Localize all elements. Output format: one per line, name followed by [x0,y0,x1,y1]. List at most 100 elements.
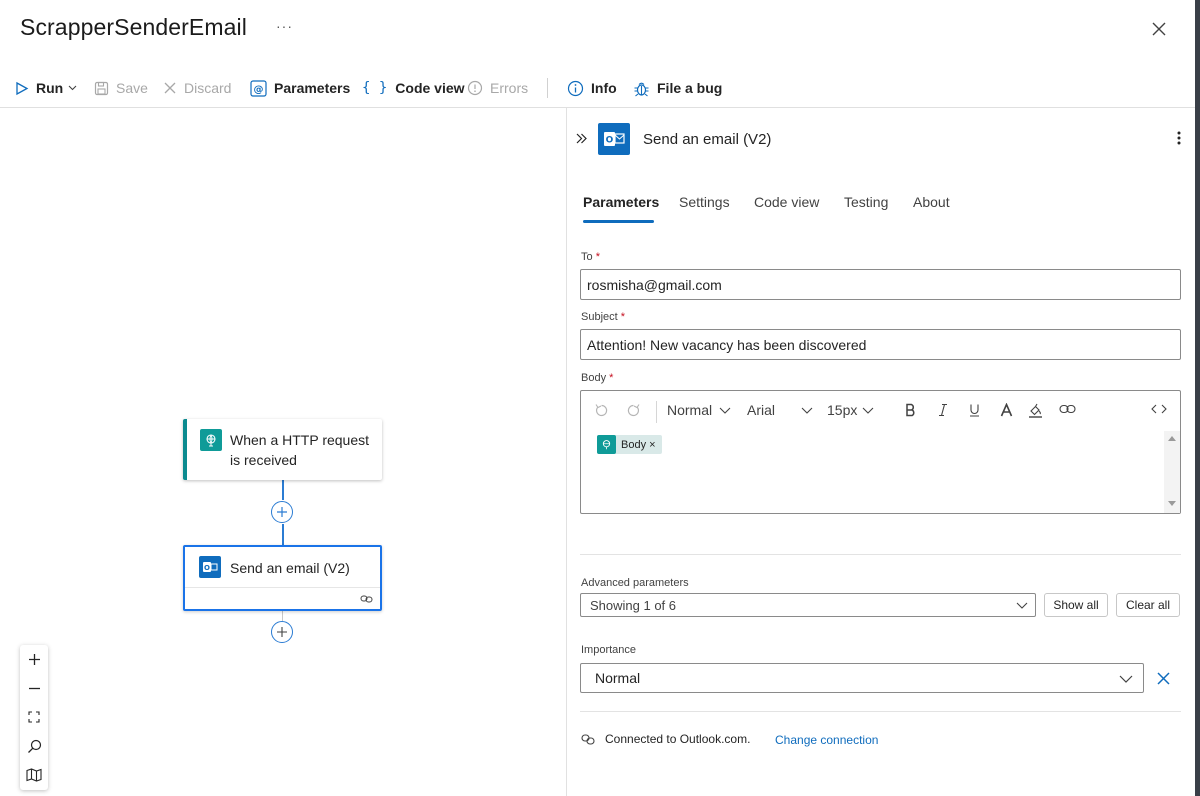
underline-button[interactable] [968,403,981,417]
font-size-select[interactable]: 15px [827,402,874,418]
more-options-button[interactable]: ··· [276,18,293,34]
minimap-button[interactable] [20,761,48,789]
chevron-down-icon [1016,602,1028,609]
page-title: ScrapperSenderEmail [20,14,247,40]
discard-button[interactable]: Discard [163,74,231,102]
bold-button[interactable] [904,403,917,417]
zoom-in-button[interactable] [20,645,48,673]
connection-link-icon [581,733,595,745]
change-connection-link[interactable]: Change connection [775,733,878,747]
close-button[interactable] [1150,20,1168,38]
add-step-button[interactable] [271,501,293,523]
scroll-up-icon [1168,436,1176,441]
tab-parameters[interactable]: Parameters [583,194,659,210]
parameters-button[interactable]: @ Parameters [250,74,350,102]
font-color-button[interactable] [1000,403,1013,417]
add-step-button[interactable] [271,621,293,643]
errors-button[interactable]: Errors [467,74,528,102]
italic-button[interactable] [937,403,949,417]
remove-importance-button[interactable] [1156,671,1171,691]
redo-button[interactable] [626,403,641,418]
advanced-parameters-select[interactable]: Showing 1 of 6 [580,593,1036,617]
collapse-panel-button[interactable] [575,132,588,150]
node-footer-divider [185,587,380,588]
outlook-icon: O [598,123,630,155]
body-dynamic-token[interactable]: Body × [597,435,662,454]
block-format-select[interactable]: Normal [667,402,731,418]
tab-code-view[interactable]: Code view [754,194,819,210]
to-label-text: To [581,251,593,263]
importance-select[interactable]: Normal [580,663,1144,693]
editor-scrollbar[interactable] [1164,431,1180,513]
connection-text: Connected to Outlook.com. [605,732,751,746]
advanced-parameters-label: Advanced parameters [581,577,689,589]
to-field[interactable]: rosmisha@gmail.com [580,269,1181,300]
toolbar-separator [547,78,548,98]
subject-field[interactable]: Attention! New vacancy has been discover… [580,329,1181,360]
panel-more-button[interactable] [1177,130,1181,151]
plus-icon [277,627,287,637]
close-icon [1152,22,1166,36]
code-view-button[interactable]: { } Code view [362,74,465,102]
scroll-down-icon [1168,501,1176,506]
clear-all-button[interactable]: Clear all [1116,593,1180,617]
code-toggle-button[interactable] [1151,404,1167,414]
file-bug-button[interactable]: File a bug [633,74,722,102]
connection-status: Connected to Outlook.com. [581,732,750,746]
connector-line [282,611,283,621]
required-marker: * [609,372,614,384]
window-edge [1195,0,1200,796]
connector-line [282,524,284,545]
fit-view-button[interactable] [20,703,48,731]
save-icon [94,81,109,95]
zoom-out-button[interactable] [20,674,48,702]
save-button[interactable]: Save [94,74,148,102]
tab-settings[interactable]: Settings [679,194,730,210]
importance-label: Importance [581,644,637,656]
undo-button[interactable] [594,403,609,418]
font-family-select[interactable]: Arial [747,402,813,418]
chevron-down-icon [68,85,77,91]
underline-icon [970,404,979,417]
insert-link-button[interactable] [1059,404,1076,414]
font-color-icon [1000,403,1013,417]
trigger-node[interactable]: When a HTTP request is received [183,419,382,480]
errors-icon [467,80,483,96]
code-view-label: Code view [395,80,465,96]
show-all-button[interactable]: Show all [1044,593,1108,617]
trigger-node-label: When a HTTP request is received [230,432,370,468]
close-icon [1157,672,1170,685]
toolbar: Run Save Discard @ Parameters { } Code v… [0,74,760,102]
subject-label-text: Subject [581,311,618,323]
section-divider [580,711,1181,712]
block-format-value: Normal [667,402,713,418]
editor-separator [656,401,657,423]
active-tab-indicator [583,220,654,223]
search-button[interactable] [20,732,48,760]
info-label: Info [591,80,617,96]
play-icon [16,81,29,95]
connector-line [282,480,284,500]
required-marker: * [595,251,600,263]
required-marker: * [620,311,626,323]
double-chevron-right-icon [576,133,587,144]
highlight-icon [1029,403,1042,418]
highlight-button[interactable] [1028,403,1043,418]
token-remove-button[interactable]: × [649,439,655,451]
subject-label: Subject * [581,311,625,323]
zoom-controls [20,645,48,790]
info-button[interactable]: Info [567,74,617,102]
font-family-value: Arial [747,402,776,418]
code-braces-icon: { } [362,80,388,96]
tab-about[interactable]: About [913,194,950,210]
tab-testing[interactable]: Testing [844,194,888,210]
run-button[interactable]: Run [14,74,77,102]
body-editor[interactable]: Normal Arial 15px Body × [580,390,1181,514]
http-request-icon [597,435,616,454]
search-icon [27,739,41,753]
errors-label: Errors [490,80,529,96]
outlook-icon: O [199,556,221,578]
undo-icon [595,404,608,417]
action-node[interactable]: O Send an email (V2) [183,545,382,611]
run-label: Run [36,80,64,96]
